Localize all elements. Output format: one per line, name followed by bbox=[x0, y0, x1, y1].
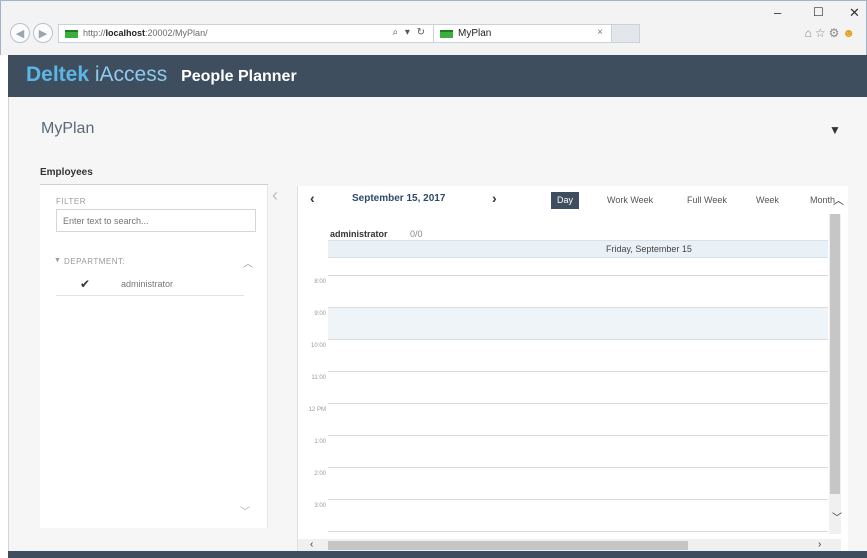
address-search-refresh-icons[interactable]: ⌕ ▾ ↻ bbox=[392, 27, 427, 38]
hour-row[interactable]: 1:00 bbox=[298, 436, 828, 468]
vertical-scrollbar[interactable] bbox=[829, 214, 841, 534]
hour-slot[interactable] bbox=[328, 340, 828, 372]
site-favicon-icon bbox=[65, 30, 78, 38]
brand-deltek: Deltek bbox=[26, 63, 90, 86]
tab-favicon-icon bbox=[440, 30, 453, 38]
scroll-right-icon[interactable]: › bbox=[818, 539, 821, 550]
resource-count: 0/0 bbox=[410, 229, 423, 239]
hour-slot[interactable] bbox=[328, 468, 828, 500]
scroll-up-icon[interactable]: ︿ bbox=[833, 192, 844, 208]
hour-row[interactable]: 11:00 bbox=[298, 372, 828, 404]
hour-label: 3:00 bbox=[314, 503, 326, 509]
hour-slot[interactable] bbox=[328, 436, 828, 468]
hour-label: 11:00 bbox=[311, 375, 326, 381]
feedback-smiley-icon[interactable]: ☻ bbox=[842, 26, 858, 40]
tab-close-icon[interactable]: × bbox=[597, 27, 603, 38]
browser-chrome: ◀ ▶ http://localhost:20002/MyPlan/ ⌕ ▾ ↻… bbox=[0, 0, 867, 55]
horizontal-scrollbar-thumb[interactable] bbox=[328, 541, 688, 550]
forward-arrow-icon: ▶ bbox=[38, 27, 48, 40]
hour-row[interactable]: 10:00 bbox=[298, 340, 828, 372]
filter-label: FILTER bbox=[56, 197, 86, 206]
brand-logo: Deltek iAccess People Planner bbox=[26, 63, 297, 87]
bottom-bar bbox=[8, 551, 867, 558]
employees-title: Employees bbox=[40, 167, 93, 178]
hour-slot[interactable] bbox=[328, 308, 828, 340]
back-arrow-icon: ◀ bbox=[15, 27, 25, 40]
favorites-star-icon[interactable]: ☆ bbox=[815, 26, 829, 40]
expand-triangle-icon[interactable]: ▼ bbox=[54, 257, 61, 264]
hour-label: 2:00 bbox=[314, 471, 326, 477]
calendar: ‹ September 15, 2017 › Day Work Week Ful… bbox=[297, 186, 848, 552]
scroll-down-icon[interactable]: ﹀ bbox=[240, 503, 250, 518]
current-date-button[interactable]: September 15, 2017 bbox=[352, 193, 445, 204]
browser-tab[interactable]: MyPlan × bbox=[434, 24, 612, 43]
tab-day[interactable]: Day bbox=[551, 192, 580, 209]
day-header-label: Friday, September 15 bbox=[606, 244, 692, 254]
employees-panel: FILTER ▼ DEPARTMENT: ︿ ✔ administrator ﹀ bbox=[40, 185, 268, 528]
scroll-left-icon[interactable]: ‹ bbox=[310, 539, 313, 550]
collapse-panel-icon[interactable]: ‹ bbox=[272, 185, 278, 206]
employee-search-input[interactable] bbox=[56, 209, 256, 232]
hour-slot[interactable] bbox=[328, 404, 828, 436]
close-window-button[interactable]: ✕ bbox=[849, 5, 860, 21]
resource-name: administrator bbox=[330, 229, 388, 239]
main-content: MyPlan ▼ Employees FILTER ▼ DEPARTMENT: … bbox=[8, 97, 867, 558]
hour-label: 9:00 bbox=[314, 311, 326, 317]
hour-slot[interactable] bbox=[328, 372, 828, 404]
employee-name: administrator bbox=[121, 279, 174, 289]
day-header: Friday, September 15 bbox=[328, 240, 828, 258]
hour-label: 10:00 bbox=[310, 343, 326, 349]
vertical-scrollbar-thumb[interactable] bbox=[830, 214, 840, 494]
address-bar[interactable]: http://localhost:20002/MyPlan/ ⌕ ▾ ↻ bbox=[58, 24, 434, 43]
hour-row[interactable]: 12 PM bbox=[298, 404, 828, 436]
address-url: http://localhost:20002/MyPlan/ bbox=[83, 28, 208, 38]
chevron-down-icon[interactable]: ﹀ bbox=[832, 509, 842, 524]
settings-gear-icon[interactable]: ⚙ bbox=[829, 26, 843, 40]
chevron-right-icon[interactable]: › bbox=[492, 190, 497, 206]
app-header: Deltek iAccess People Planner bbox=[8, 55, 867, 97]
hour-label: 8:00 bbox=[314, 279, 326, 285]
home-icon[interactable]: ⌂ bbox=[805, 26, 815, 40]
chevron-left-icon[interactable]: ‹ bbox=[310, 190, 315, 206]
hour-label: 12 PM bbox=[308, 407, 326, 413]
tab-work-week[interactable]: Work Week bbox=[601, 192, 659, 209]
department-label: DEPARTMENT: bbox=[64, 257, 126, 266]
hour-row[interactable]: 9:00 bbox=[298, 308, 828, 340]
maximize-button[interactable]: ☐ bbox=[813, 5, 824, 19]
list-item[interactable]: ✔ administrator bbox=[56, 273, 244, 296]
tab-full-week[interactable]: Full Week bbox=[681, 192, 733, 209]
filter-icon[interactable]: ▼ bbox=[829, 123, 841, 137]
hour-row[interactable]: 8:00 bbox=[298, 276, 828, 308]
hour-label: 1:00 bbox=[314, 439, 326, 445]
hour-slot[interactable] bbox=[328, 276, 828, 308]
browser-toolbar-icons: ⌂☆⚙☻ bbox=[805, 26, 858, 40]
hour-slot[interactable] bbox=[328, 500, 828, 532]
page-title: MyPlan bbox=[41, 120, 95, 137]
brand-product: People Planner bbox=[181, 68, 297, 85]
all-day-row[interactable] bbox=[328, 258, 828, 276]
hour-row[interactable]: 3:00 bbox=[298, 500, 828, 532]
collapse-up-icon[interactable]: ︿ bbox=[243, 255, 253, 270]
forward-button[interactable]: ▶ bbox=[33, 23, 53, 43]
back-button[interactable]: ◀ bbox=[10, 23, 30, 43]
checkmark-icon[interactable]: ✔ bbox=[80, 277, 90, 291]
brand-iaccess: iAccess bbox=[94, 63, 168, 86]
tab-title: MyPlan bbox=[458, 28, 492, 39]
new-tab-button[interactable] bbox=[612, 24, 640, 43]
tab-week[interactable]: Week bbox=[750, 192, 785, 209]
hour-row[interactable]: 2:00 bbox=[298, 468, 828, 500]
calendar-toolbar: ‹ September 15, 2017 › Day Work Week Ful… bbox=[298, 186, 848, 214]
minimize-button[interactable]: – bbox=[774, 5, 781, 20]
